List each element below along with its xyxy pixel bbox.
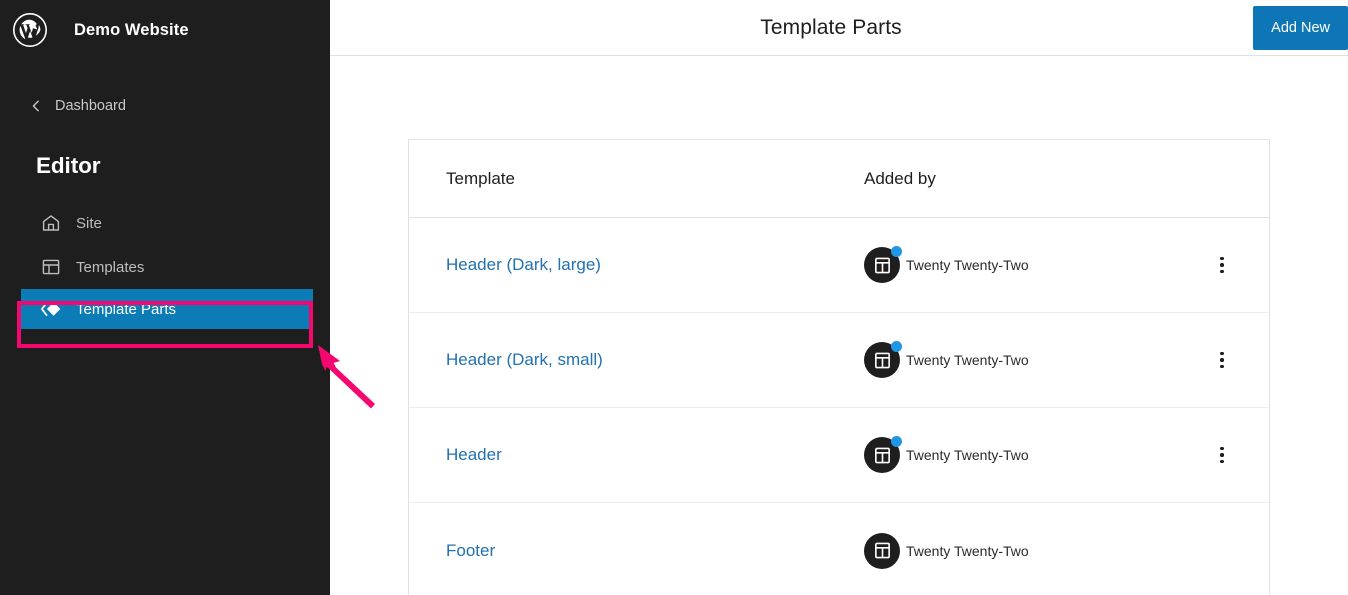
template-part-avatar-icon [864,532,900,569]
sidebar-item-label: Templates [76,258,145,276]
sidebar-item-label: Site [76,214,102,232]
editor-section-heading: Editor [36,153,101,178]
brand-header[interactable]: Demo Website [0,0,330,60]
column-header-template: Template [446,168,515,188]
row-options-menu-button[interactable] [1205,248,1239,282]
added-by-cell: Twenty Twenty-Two [864,341,1191,378]
row-actions-cell [1191,343,1269,377]
back-to-dashboard-link[interactable]: Dashboard [0,89,330,123]
template-part-avatar-icon [864,246,902,283]
site-editor-screen: Demo Website Dashboard Editor Site Templ… [0,0,1348,595]
sidebar-item-label: Template Parts [76,300,177,318]
template-name-cell: Header (Dark, large) [409,255,864,275]
add-new-button[interactable]: Add New [1253,6,1348,50]
row-options-menu-button[interactable] [1205,343,1239,377]
wordpress-logo-icon [12,12,48,48]
layout-icon [40,256,76,278]
main-content: Template Parts Add New Template Added by… [330,0,1348,595]
author-name: Twenty Twenty-Two [906,257,1029,273]
template-link[interactable]: Header [446,445,502,464]
row-actions-cell [1191,542,1269,560]
home-icon [40,212,76,234]
back-to-dashboard-label: Dashboard [55,98,126,114]
sidebar-item-site[interactable]: Site [0,201,330,245]
added-by-cell: Twenty Twenty-Two [864,532,1191,569]
table-row: Header (Dark, large) Twenty Twenty-Two [409,218,1269,313]
row-actions-cell [1191,438,1269,472]
table-header-row: Template Added by [409,140,1269,218]
author-name: Twenty Twenty-Two [906,352,1029,368]
editor-nav-list: Site Templates Template Parts [0,201,330,329]
chevron-left-icon [30,100,55,112]
row-options-menu-button[interactable] [1205,438,1239,472]
table-row: Header Twenty Twenty-Two [409,408,1269,503]
template-name-cell: Footer [409,541,864,561]
sidebar-item-templates[interactable]: Templates [0,245,330,289]
column-header-added-by: Added by [864,168,936,188]
table-row: Header (Dark, small) Twenty Twenty-Two [409,313,1269,408]
avatar-badge-icon [891,436,902,447]
table-row: Footer Twenty Twenty-Two [409,503,1269,595]
template-part-icon [40,298,76,320]
templates-list-region: Template Added by Header (Dark, large) T… [330,139,1348,595]
template-name-cell: Header (Dark, small) [409,350,864,370]
avatar-badge-icon [891,246,902,257]
sidebar-item-template-parts[interactable]: Template Parts [21,289,313,329]
template-link[interactable]: Header (Dark, large) [446,255,601,274]
template-link[interactable]: Header (Dark, small) [446,350,603,369]
author-name: Twenty Twenty-Two [906,542,1029,559]
author-name: Twenty Twenty-Two [906,447,1029,463]
template-name-cell: Header [409,445,864,465]
template-part-avatar-icon [864,436,902,473]
editor-sidebar: Demo Website Dashboard Editor Site Templ… [0,0,375,595]
template-parts-table: Template Added by Header (Dark, large) T… [408,139,1270,595]
avatar-badge-icon [891,341,902,352]
template-part-avatar-icon [864,341,902,378]
added-by-cell: Twenty Twenty-Two [864,246,1191,283]
row-actions-cell [1191,248,1269,282]
template-link[interactable]: Footer [446,541,495,560]
page-title: Template Parts [760,15,902,39]
brand-title: Demo Website [74,20,189,39]
added-by-cell: Twenty Twenty-Two [864,436,1191,473]
page-topbar: Template Parts Add New [330,0,1348,56]
